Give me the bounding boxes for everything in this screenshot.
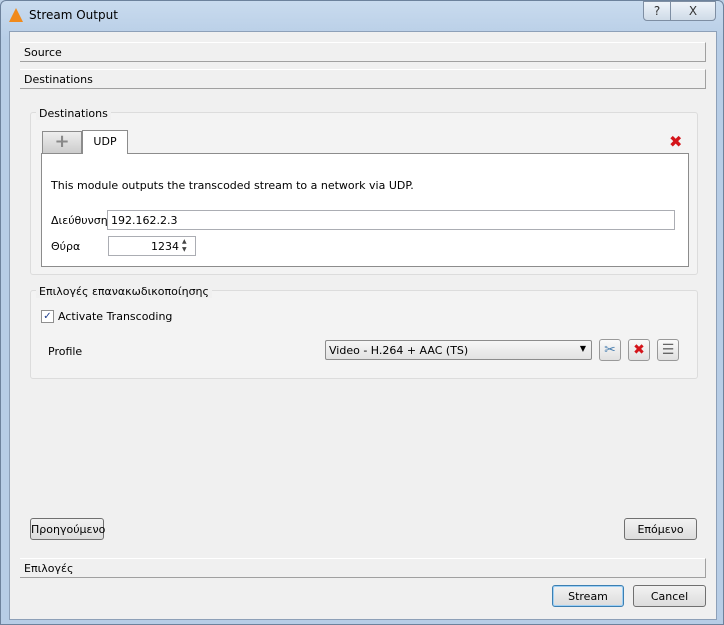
edit-profile-wrench-icon[interactable]: ✂: [599, 339, 621, 361]
section-options[interactable]: Επιλογές: [20, 558, 706, 578]
activate-transcoding-label: Activate Transcoding: [58, 310, 173, 323]
close-button[interactable]: X: [670, 1, 716, 21]
activate-transcoding-checkbox[interactable]: ✓: [41, 310, 54, 323]
address-input[interactable]: [107, 210, 675, 230]
chevron-down-icon: ▼: [579, 344, 586, 353]
add-destination-tab[interactable]: +: [42, 131, 82, 153]
destinations-group: Destinations + UDP ✖ This module outputs…: [30, 107, 698, 275]
udp-panel: This module outputs the transcoded strea…: [41, 153, 689, 267]
new-profile-icon[interactable]: ☰: [657, 339, 679, 361]
vlc-cone-icon: [9, 8, 23, 22]
previous-button[interactable]: Προηγούμενο: [30, 518, 105, 540]
spin-arrows-icon[interactable]: ▲ ▼: [182, 238, 187, 254]
transcoding-group: Επιλογές επανακωδικοποίησης ✓ Activate T…: [30, 285, 698, 379]
remove-destination-icon[interactable]: ✖: [669, 132, 682, 151]
stream-button[interactable]: Stream: [552, 585, 624, 607]
cancel-button[interactable]: Cancel: [633, 585, 706, 607]
address-label: Διεύθυνση: [51, 214, 108, 227]
section-source[interactable]: Source: [20, 42, 706, 62]
transcoding-group-label: Επιλογές επανακωδικοποίησης: [36, 285, 212, 298]
delete-profile-icon[interactable]: ✖: [628, 339, 650, 361]
profile-label: Profile: [48, 345, 83, 358]
destinations-group-label: Destinations: [36, 107, 111, 120]
stream-output-window: Stream Output ? X Source Destinations De…: [0, 0, 724, 625]
window-title: Stream Output: [29, 8, 118, 22]
help-button[interactable]: ?: [643, 1, 671, 21]
profile-select[interactable]: Video - H.264 + AAC (TS) ▼: [325, 340, 592, 360]
dialog-body: Source Destinations Destinations + UDP ✖…: [9, 31, 717, 620]
port-label: Θύρα: [51, 240, 81, 253]
tab-udp[interactable]: UDP: [82, 130, 128, 154]
next-button[interactable]: Επόμενο: [624, 518, 697, 540]
profile-value: Video - H.264 + AAC (TS): [329, 344, 469, 357]
section-destinations[interactable]: Destinations: [20, 69, 706, 89]
udp-description: This module outputs the transcoded strea…: [51, 179, 414, 192]
